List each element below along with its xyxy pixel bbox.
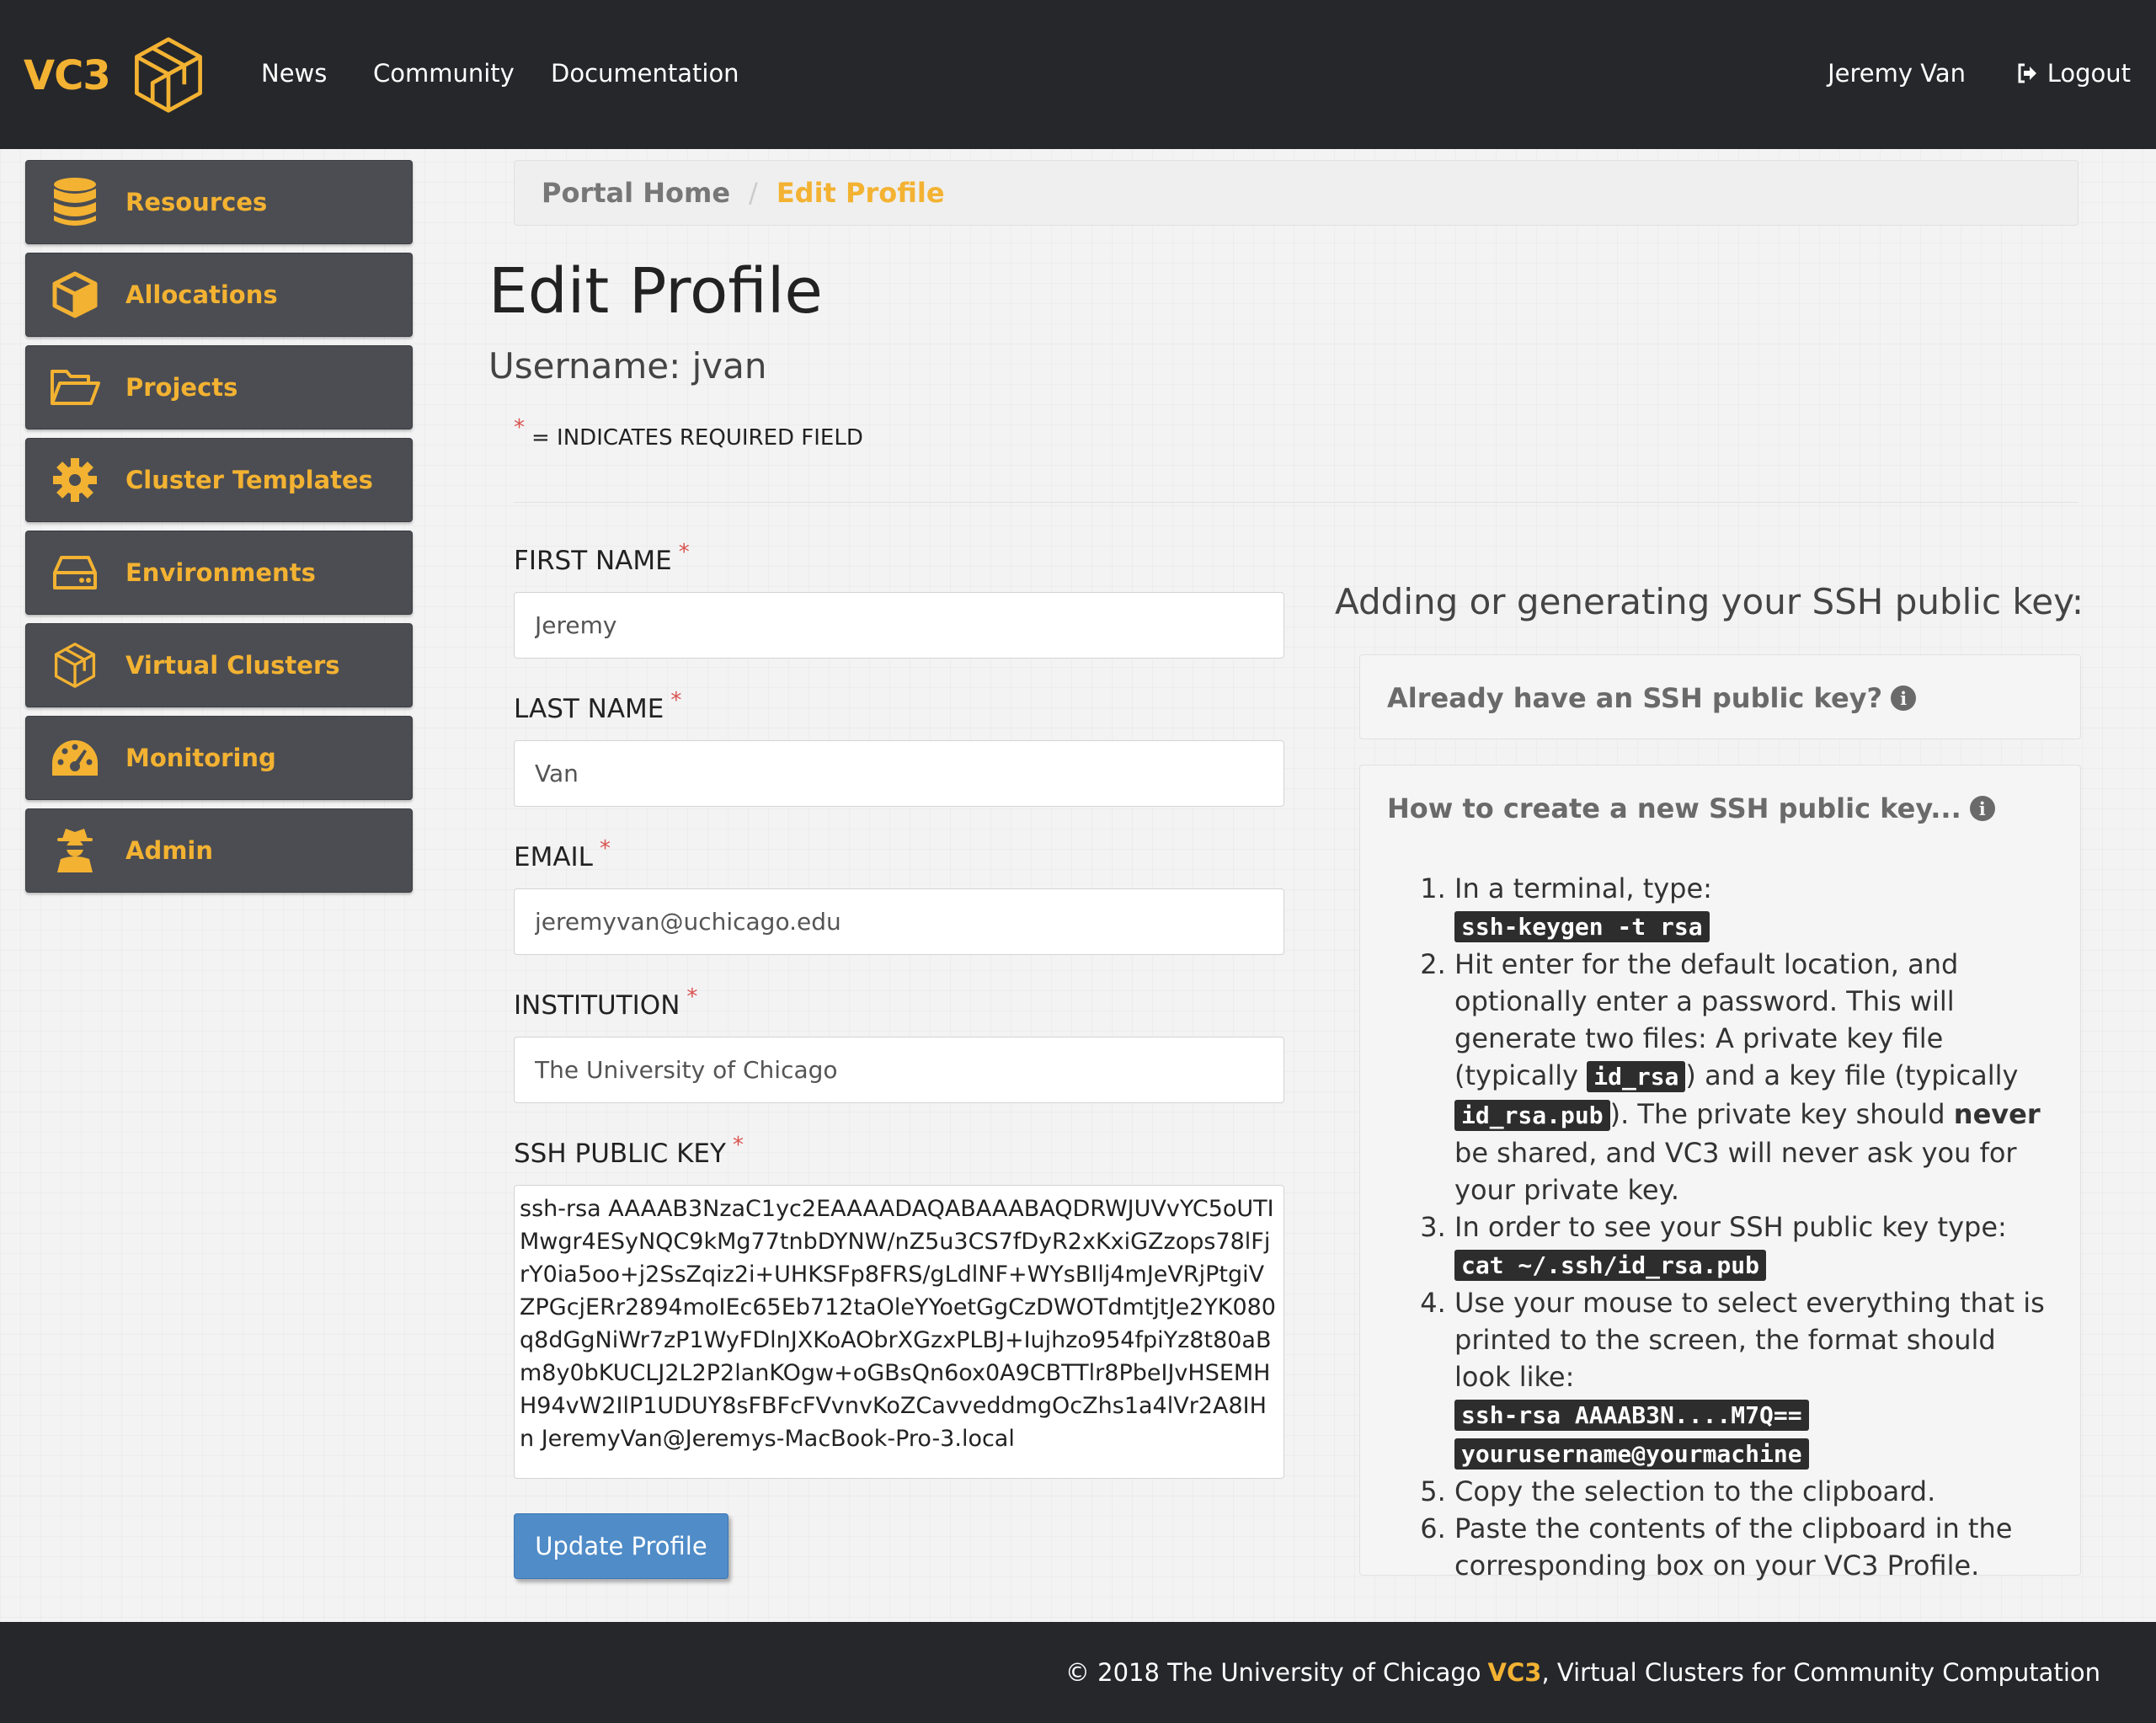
sidebar-item-allocations[interactable]: Allocations: [25, 253, 413, 337]
required-note-text: = INDICATES REQUIRED FIELD: [531, 425, 863, 451]
institution-field[interactable]: [514, 1037, 1284, 1103]
footer-tagline: , Virtual Clusters for Community Computa…: [1541, 1658, 2100, 1687]
database-icon: [50, 177, 100, 227]
breadcrumb-home-link[interactable]: Portal Home: [542, 177, 730, 209]
nav-community-link[interactable]: Community: [373, 59, 515, 88]
ssh-steps-list: In a terminal, type:ssh-keygen -t rsa Hi…: [1360, 870, 2080, 1584]
sidebar-item-resources[interactable]: Resources: [25, 160, 413, 244]
cat-key-command: cat ~/.ssh/id_rsa.pub: [1454, 1250, 1767, 1281]
breadcrumb: Portal Home / Edit Profile: [514, 160, 2079, 226]
nav-news-link[interactable]: News: [261, 59, 327, 88]
sidebar-item-cluster-templates[interactable]: Cluster Templates: [25, 438, 413, 522]
logout-icon: [2018, 63, 2036, 83]
create-key-heading[interactable]: How to create a new SSH public key... i: [1360, 792, 2080, 824]
user-secret-icon: [50, 825, 100, 876]
required-field-note: * = INDICATES REQUIRED FIELD: [514, 415, 863, 451]
page-title: Edit Profile: [488, 255, 823, 328]
top-navbar: VC3 News Community Documentation Jeremy …: [0, 0, 2156, 149]
footer: © 2018 The University of Chicago VC3, Vi…: [0, 1622, 2156, 1723]
hard-drive-icon: [50, 547, 100, 598]
sidebar-item-monitoring[interactable]: Monitoring: [25, 716, 413, 800]
sidebar-item-label: Monitoring: [125, 744, 276, 772]
sidebar-item-virtual-clusters[interactable]: Virtual Clusters: [25, 623, 413, 707]
step-3: In order to see your SSH public key type…: [1454, 1208, 2050, 1284]
step-1: In a terminal, type:ssh-keygen -t rsa: [1454, 870, 2050, 946]
last-name-field[interactable]: [514, 740, 1284, 807]
existing-key-heading: Already have an SSH public key? i: [1387, 682, 2053, 714]
sidebar-item-label: Resources: [125, 188, 268, 216]
step-2: Hit enter for the default location, and …: [1454, 946, 2050, 1208]
breadcrumb-current: Edit Profile: [776, 177, 945, 209]
sidebar-item-label: Cluster Templates: [125, 466, 373, 494]
step-6: Paste the contents of the clipboard in t…: [1454, 1510, 2050, 1584]
sidebar: Resources Allocations Projects Cluster T…: [25, 160, 413, 901]
breadcrumb-separator: /: [749, 177, 758, 209]
sidebar-item-label: Virtual Clusters: [125, 651, 340, 680]
key-format-example-user: yourusername@yourmachine: [1454, 1438, 1809, 1470]
step-4: Use your mouse to select everything that…: [1454, 1284, 2050, 1473]
institution-label: INSTITUTION *: [514, 984, 698, 1021]
sidebar-item-label: Allocations: [125, 280, 278, 309]
sidebar-item-label: Projects: [125, 373, 238, 402]
vc3-cube-icon: [50, 640, 100, 691]
key-format-example: ssh-rsa AAAAB3N....M7Q==: [1454, 1400, 1809, 1431]
sidebar-item-projects[interactable]: Projects: [25, 345, 413, 429]
brand-name[interactable]: VC3: [24, 52, 111, 99]
logout-link[interactable]: Logout: [2015, 59, 2131, 88]
vc3-logo-icon[interactable]: [129, 35, 208, 115]
required-star: *: [514, 415, 525, 440]
nav-user-link[interactable]: Jeremy Van: [1828, 59, 1966, 88]
logout-label: Logout: [2047, 59, 2131, 88]
ssh-keygen-command: ssh-keygen -t rsa: [1454, 911, 1710, 942]
sidebar-item-label: Environments: [125, 558, 316, 587]
gear-icon: [50, 455, 100, 505]
existing-key-panel[interactable]: Already have an SSH public key? i: [1359, 654, 2081, 739]
divider: [514, 502, 2079, 503]
email-field[interactable]: [514, 888, 1284, 955]
id-rsa-code: id_rsa: [1587, 1061, 1686, 1092]
first-name-label: FIRST NAME *: [514, 540, 690, 576]
sidebar-item-environments[interactable]: Environments: [25, 531, 413, 615]
footer-copyright: © 2018 The University of Chicago: [1065, 1658, 1481, 1687]
last-name-label: LAST NAME *: [514, 688, 682, 724]
info-icon[interactable]: i: [1891, 685, 1917, 711]
create-key-panel: How to create a new SSH public key... i …: [1359, 765, 2081, 1582]
sidebar-item-label: Admin: [125, 836, 214, 865]
ssh-key-label: SSH PUBLIC KEY *: [514, 1133, 744, 1169]
username-subtitle: Username: jvan: [488, 345, 767, 387]
folder-open-icon: [50, 362, 100, 413]
step-5: Copy the selection to the clipboard.: [1454, 1473, 2050, 1510]
footer-brand: VC3: [1487, 1658, 1542, 1687]
id-rsa-pub-code: id_rsa.pub: [1454, 1100, 1610, 1131]
first-name-field[interactable]: [514, 592, 1284, 659]
update-profile-button[interactable]: Update Profile: [514, 1513, 728, 1579]
ssh-help-title: Adding or generating your SSH public key…: [1335, 581, 2084, 622]
dashboard-icon: [50, 733, 100, 783]
info-icon[interactable]: i: [1969, 796, 1995, 821]
email-label: EMAIL *: [514, 836, 611, 872]
sidebar-item-admin[interactable]: Admin: [25, 808, 413, 893]
ssh-key-textarea[interactable]: ssh-rsa AAAAB3NzaC1yc2EAAAADAQABAAABAQDR…: [514, 1185, 1284, 1479]
nav-documentation-link[interactable]: Documentation: [551, 59, 739, 88]
cube-icon: [50, 269, 100, 320]
